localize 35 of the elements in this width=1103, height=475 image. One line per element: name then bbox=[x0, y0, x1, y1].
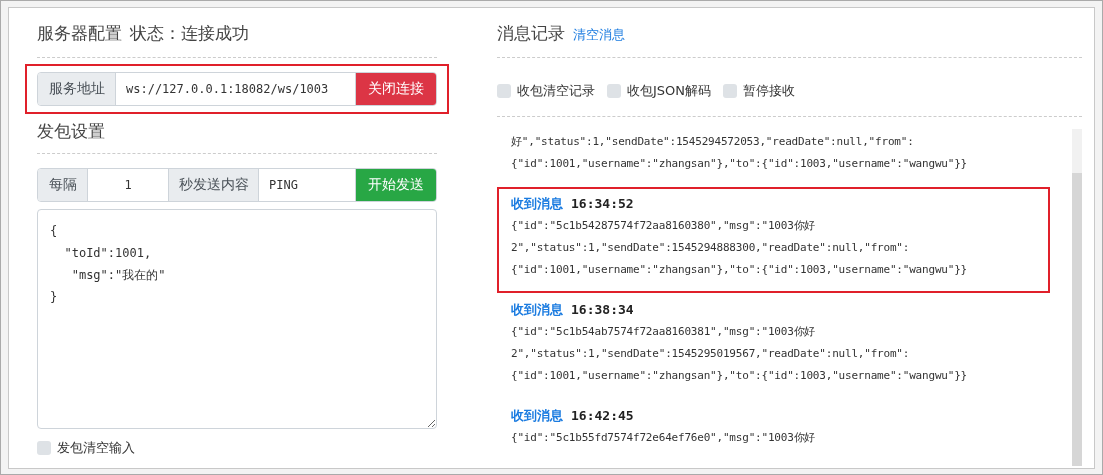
message-text: {"id":1001,"username":"zhangsan"},"to":{"id":1003,"username":"wangwu"}} bbox=[511, 262, 968, 278]
checkbox-label: 暂停接收 bbox=[743, 82, 796, 100]
content-label: 秒发送内容 bbox=[169, 169, 259, 201]
message-label: 收到消息 bbox=[511, 195, 563, 213]
message-label: 收到消息 bbox=[511, 301, 563, 319]
clear-messages-link[interactable]: 清空消息 bbox=[573, 26, 625, 44]
address-input-group[interactable]: 服务地址 ws://127.0.0.1:18082/ws/1003 关闭连接 bbox=[37, 72, 437, 106]
message-text: 好","status":1,"sendDate":1545294572053,"readDate":null,"from": bbox=[511, 134, 915, 150]
message-text: {"id":"5c1b54ab7574f72aa8160381","msg":"1003你好 bbox=[511, 324, 817, 340]
address-label: 服务地址 bbox=[38, 73, 116, 105]
checkbox[interactable] bbox=[723, 84, 738, 98]
message-label: 收到消息 bbox=[511, 407, 563, 425]
message-input[interactable]: { "toId":1001, "msg":"我在的" } bbox=[37, 209, 437, 429]
message-time: 16:38:34 bbox=[571, 302, 634, 317]
message-time: 16:42:45 bbox=[571, 408, 634, 423]
message-time: 16:34:52 bbox=[571, 196, 634, 211]
close-connection-button[interactable]: 关闭连接 bbox=[356, 73, 436, 105]
checkbox-label: 发包清空输入 bbox=[57, 439, 135, 457]
connection-status: 状态：连接成功 bbox=[130, 22, 249, 45]
section-title: 消息记录 bbox=[497, 22, 565, 45]
message-text: {"id":"5c1b54287574f72aa8160380","msg":"1003你好 bbox=[511, 218, 817, 234]
message-text: 2","status":1,"sendDate":1545295019567,"readDate":null,"from": bbox=[511, 346, 911, 362]
message-text: 2","status":1,"sendDate":1545294888300,"readDate":null,"from": bbox=[511, 240, 911, 256]
message-text: {"id":1001,"username":"zhangsan"},"to":{"id":1003,"username":"wangwu"}} bbox=[511, 156, 968, 172]
checkbox[interactable] bbox=[37, 441, 51, 455]
checkbox-label: 收包JSON解码 bbox=[627, 82, 712, 100]
section-title: 发包设置 bbox=[37, 121, 105, 141]
checkbox[interactable] bbox=[607, 84, 621, 98]
interval-label: 每隔 bbox=[38, 169, 88, 201]
checkbox[interactable] bbox=[497, 84, 511, 98]
message-text: {"id":"5c1b55fd7574f72e64ef76e0","msg":"1003你好 bbox=[511, 430, 817, 446]
checkbox-label: 收包清空记录 bbox=[517, 82, 595, 100]
section-title: 服务器配置 bbox=[37, 22, 122, 45]
message-text: {"id":1001,"username":"zhangsan"},"to":{"id":1003,"username":"wangwu"}} bbox=[511, 368, 968, 384]
send-input-group[interactable]: 每隔 1 秒发送内容 PING 开始发送 bbox=[37, 168, 437, 202]
